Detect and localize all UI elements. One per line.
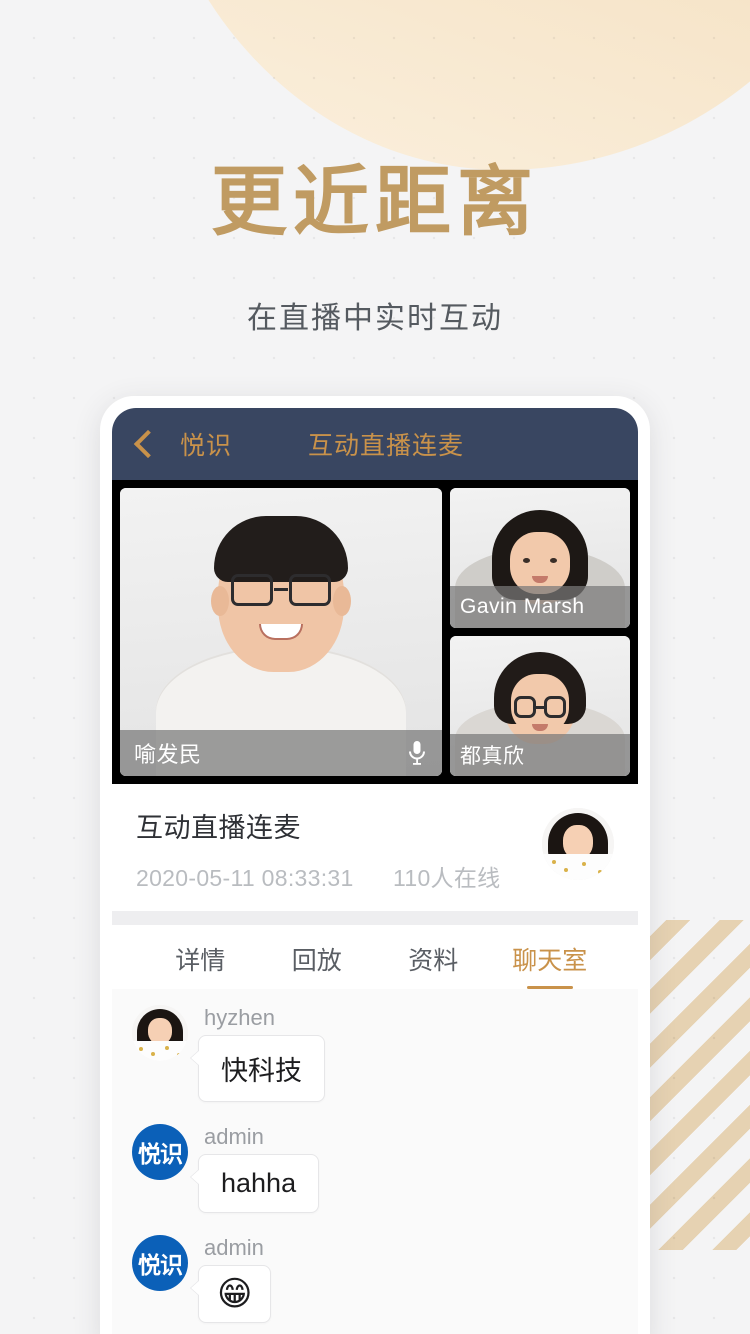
participant-name: Gavin Marsh bbox=[460, 595, 585, 618]
session-info-text: 互动直播连麦 2020-05-11 08:33:31 110人在线 bbox=[136, 806, 542, 893]
section-divider bbox=[112, 911, 638, 925]
chat-username: admin bbox=[204, 1124, 264, 1149]
chat-avatar-image bbox=[132, 1005, 188, 1061]
session-info: 互动直播连麦 2020-05-11 08:33:31 110人在线 bbox=[112, 784, 638, 911]
tab-replay[interactable]: 回放 bbox=[259, 941, 376, 989]
chat-username: hyzhen bbox=[204, 1005, 275, 1030]
page-subheadline: 在直播中实时互动 bbox=[247, 302, 503, 335]
session-online-count: 110人在线 bbox=[392, 865, 501, 891]
chat-message-body: hyzhen 快科技 bbox=[190, 1005, 325, 1102]
phone-mockup: 悦识 互动直播连麦 喻发民 Gavin Marsh 都真欣 互动直播连麦 202… bbox=[100, 396, 650, 1334]
participant-name: 都真欣 bbox=[460, 745, 525, 768]
chat-bubble[interactable]: hahha bbox=[189, 1154, 320, 1213]
session-title: 互动直播连麦 bbox=[136, 813, 301, 843]
chat-message: 悦识 admin hahha bbox=[132, 1124, 618, 1213]
video-tile-side-top[interactable]: Gavin Marsh bbox=[450, 488, 630, 628]
session-meta: 2020-05-11 08:33:31 110人在线 bbox=[136, 859, 542, 893]
chevron-left-icon[interactable] bbox=[133, 429, 163, 459]
video-tile-label: Gavin Marsh bbox=[450, 586, 630, 628]
video-tile-label: 都真欣 bbox=[450, 734, 630, 776]
video-grid: 喻发民 Gavin Marsh 都真欣 bbox=[112, 480, 638, 784]
video-tile-side-bottom[interactable]: 都真欣 bbox=[450, 636, 630, 776]
chat-username: admin bbox=[204, 1235, 264, 1260]
chat-bubble[interactable]: 快科技 bbox=[190, 1035, 325, 1102]
chat-avatar-admin[interactable]: 悦识 bbox=[132, 1124, 188, 1180]
tab-chatroom[interactable]: 聊天室 bbox=[492, 941, 609, 989]
chat-avatar-admin[interactable]: 悦识 bbox=[132, 1235, 188, 1291]
chat-message-body: admin 😁 bbox=[189, 1235, 272, 1323]
chat-message-list[interactable]: hyzhen 快科技 悦识 admin hahha 悦识 admin 😁 bbox=[112, 989, 638, 1334]
participant-name: 喻发民 bbox=[134, 742, 202, 767]
tab-details[interactable]: 详情 bbox=[142, 941, 259, 989]
host-avatar[interactable] bbox=[542, 808, 614, 880]
app-navbar: 悦识 互动直播连麦 bbox=[112, 408, 638, 480]
chat-message: 悦识 admin 😁 bbox=[132, 1235, 618, 1323]
chat-bubble-emoji[interactable]: 😁 bbox=[189, 1265, 272, 1323]
microphone-icon[interactable] bbox=[406, 740, 428, 766]
chat-message: hyzhen 快科技 bbox=[132, 1005, 618, 1102]
chat-avatar-hyzhen[interactable] bbox=[132, 1005, 188, 1061]
tab-materials[interactable]: 资料 bbox=[375, 941, 492, 989]
host-avatar-image bbox=[542, 808, 614, 880]
content-tabs: 详情 回放 资料 聊天室 bbox=[112, 925, 638, 989]
chat-message-body: admin hahha bbox=[189, 1124, 320, 1213]
page-headline: 更近距离 bbox=[211, 160, 539, 245]
navbar-brand[interactable]: 悦识 bbox=[180, 426, 232, 462]
navbar-title: 互动直播连麦 bbox=[308, 432, 465, 460]
video-side-column: Gavin Marsh 都真欣 bbox=[450, 488, 630, 776]
phone-screen: 悦识 互动直播连麦 喻发民 Gavin Marsh 都真欣 互动直播连麦 202… bbox=[112, 408, 638, 1334]
video-tile-label: 喻发民 bbox=[120, 730, 442, 776]
video-tile-main[interactable]: 喻发民 bbox=[120, 488, 442, 776]
session-datetime: 2020-05-11 08:33:31 bbox=[136, 865, 354, 891]
